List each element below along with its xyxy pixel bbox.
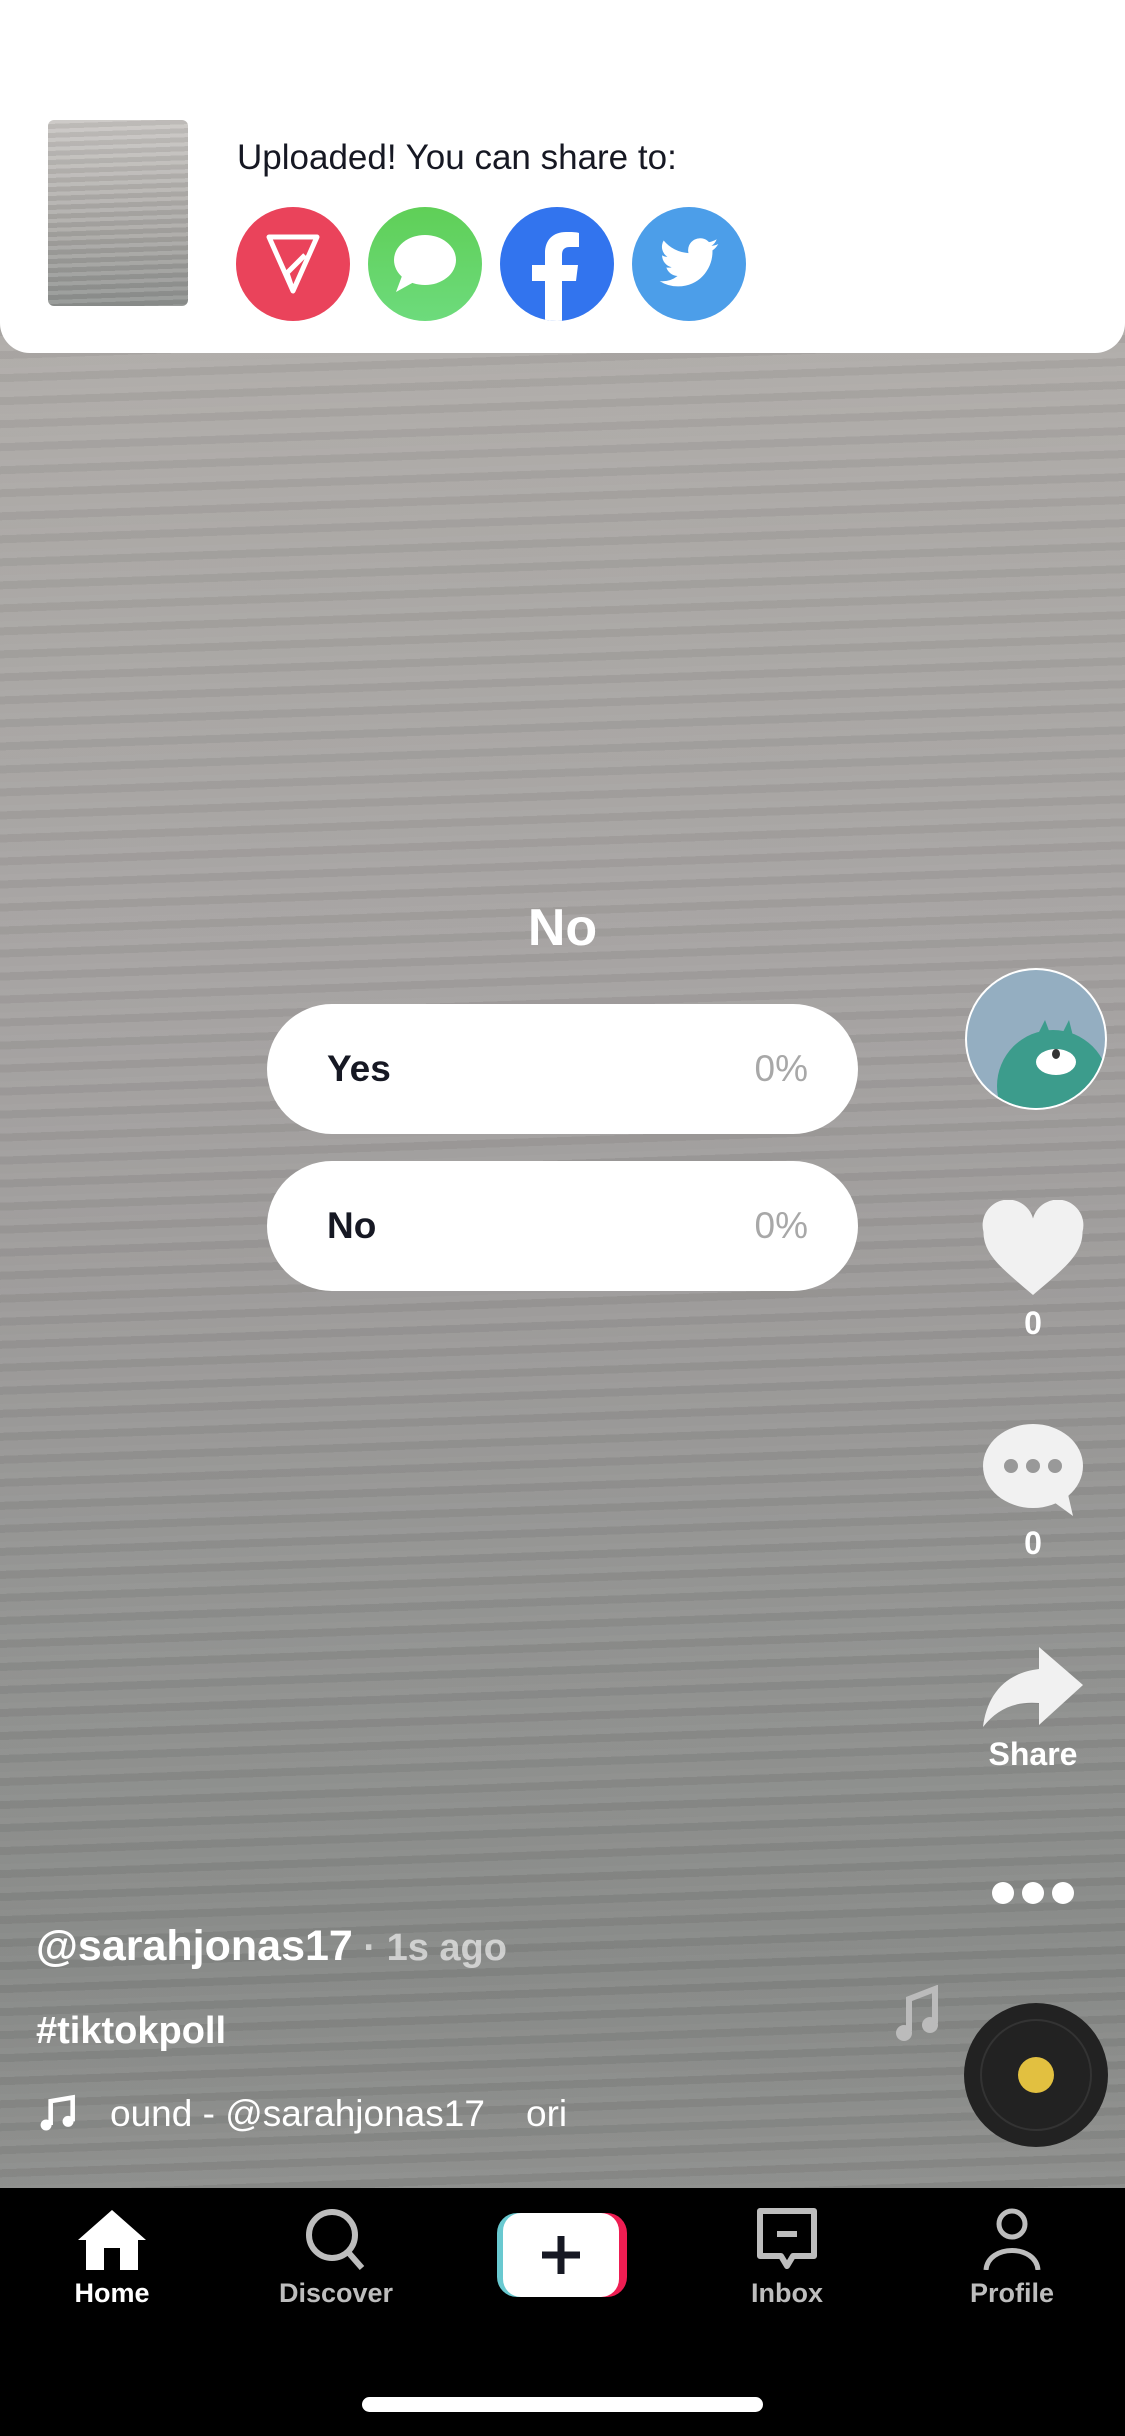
tab-label: Discover xyxy=(278,2278,394,2308)
tab-label: Inbox xyxy=(751,2278,823,2308)
facebook-icon xyxy=(532,232,579,321)
tab-discover[interactable]: Discover xyxy=(256,2208,416,2309)
twitter-bird-icon xyxy=(659,238,719,287)
message-bubble-icon xyxy=(394,235,456,292)
post-time: · 1s ago xyxy=(352,1927,507,1969)
search-icon xyxy=(306,2209,365,2270)
inbox-icon xyxy=(757,2208,817,2269)
banner-message: Uploaded! You can share to: xyxy=(237,138,677,177)
sound-marquee[interactable]: ound - @sarahjonas17 ori xyxy=(36,2092,567,2136)
poll-option-no[interactable]: No 0% xyxy=(267,1161,858,1291)
username-link[interactable]: @sarahjonas17 xyxy=(36,1922,353,1970)
hashtag-link[interactable]: #tiktokpoll xyxy=(36,2010,226,2053)
share-messages-button[interactable] xyxy=(368,207,482,321)
poll-option-label: Yes xyxy=(327,1048,391,1089)
vinyl-disc-icon xyxy=(964,2003,1108,2147)
comment-count: 0 xyxy=(1024,1525,1042,1561)
poll-option-percent: 0% xyxy=(754,1048,808,1089)
tab-profile[interactable]: Profile xyxy=(932,2208,1092,2309)
tab-label: Home xyxy=(74,2278,150,2308)
like-count: 0 xyxy=(1024,1305,1042,1341)
sound-title: ound - @sarahjonas17 ori xyxy=(110,2093,568,2134)
plus-icon xyxy=(542,2236,580,2274)
like-button[interactable]: 0 xyxy=(963,1199,1103,1342)
poll-option-yes[interactable]: Yes 0% xyxy=(267,1004,858,1134)
post-meta: @sarahjonas17 · 1s ago xyxy=(36,1922,507,1971)
send-icon xyxy=(266,234,320,294)
more-dots-icon xyxy=(992,1882,1074,1904)
heart-icon xyxy=(982,1199,1084,1295)
upload-share-banner: Uploaded! You can share to: xyxy=(0,0,1125,353)
poll-option-label: No xyxy=(327,1205,377,1246)
share-arrow-icon xyxy=(983,1647,1083,1727)
floating-music-note-icon xyxy=(896,1985,938,2041)
share-twitter-button[interactable] xyxy=(632,207,746,321)
music-note-icon xyxy=(40,2094,75,2131)
home-indicator[interactable] xyxy=(362,2397,763,2412)
comment-button[interactable]: 0 xyxy=(963,1420,1103,1562)
poll-question: No xyxy=(527,899,598,957)
share-button[interactable]: Share xyxy=(963,1645,1103,1773)
avatar-monster-image xyxy=(965,968,1107,1110)
create-video-button[interactable] xyxy=(497,2213,627,2297)
tab-label: Profile xyxy=(969,2278,1055,2308)
share-label: Share xyxy=(988,1736,1078,1772)
more-options-button[interactable] xyxy=(963,1880,1103,1911)
profile-icon xyxy=(983,2208,1041,2270)
share-facebook-button[interactable] xyxy=(500,207,614,321)
tab-home[interactable]: Home xyxy=(32,2208,192,2309)
poll-option-percent: 0% xyxy=(754,1205,808,1246)
comment-bubble-icon xyxy=(983,1424,1083,1516)
home-icon xyxy=(78,2210,146,2270)
sound-disc-button[interactable] xyxy=(963,2002,1108,2153)
tab-inbox[interactable]: Inbox xyxy=(707,2208,867,2309)
share-tiktok-direct-button[interactable] xyxy=(236,207,350,321)
video-thumbnail[interactable] xyxy=(48,120,188,306)
creator-avatar[interactable] xyxy=(963,966,1107,1117)
